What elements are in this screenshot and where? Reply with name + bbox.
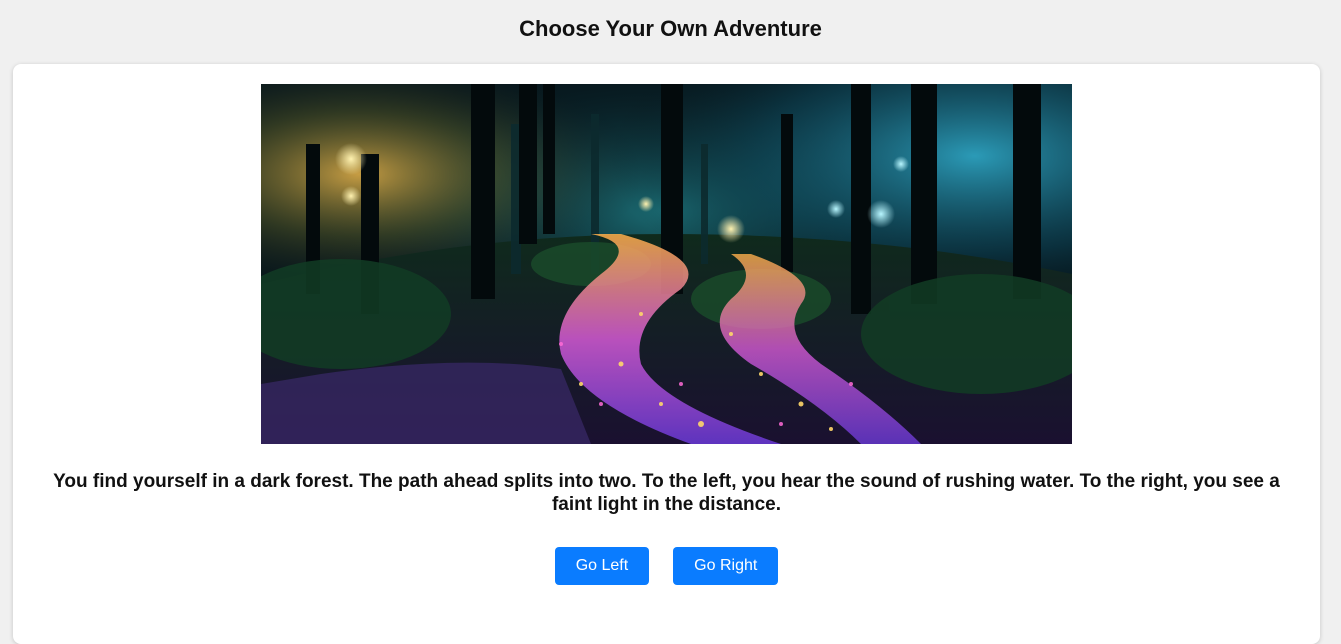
story-card: You find yourself in a dark forest. The …	[13, 64, 1320, 644]
scene-image	[261, 84, 1072, 444]
go-left-button[interactable]: Go Left	[554, 547, 650, 585]
choice-buttons: Go Left Go Right	[13, 547, 1320, 585]
story-text: You find yourself in a dark forest. The …	[53, 471, 1280, 515]
go-right-button[interactable]: Go Right	[673, 547, 779, 585]
page-title: Choose Your Own Adventure	[519, 16, 822, 41]
